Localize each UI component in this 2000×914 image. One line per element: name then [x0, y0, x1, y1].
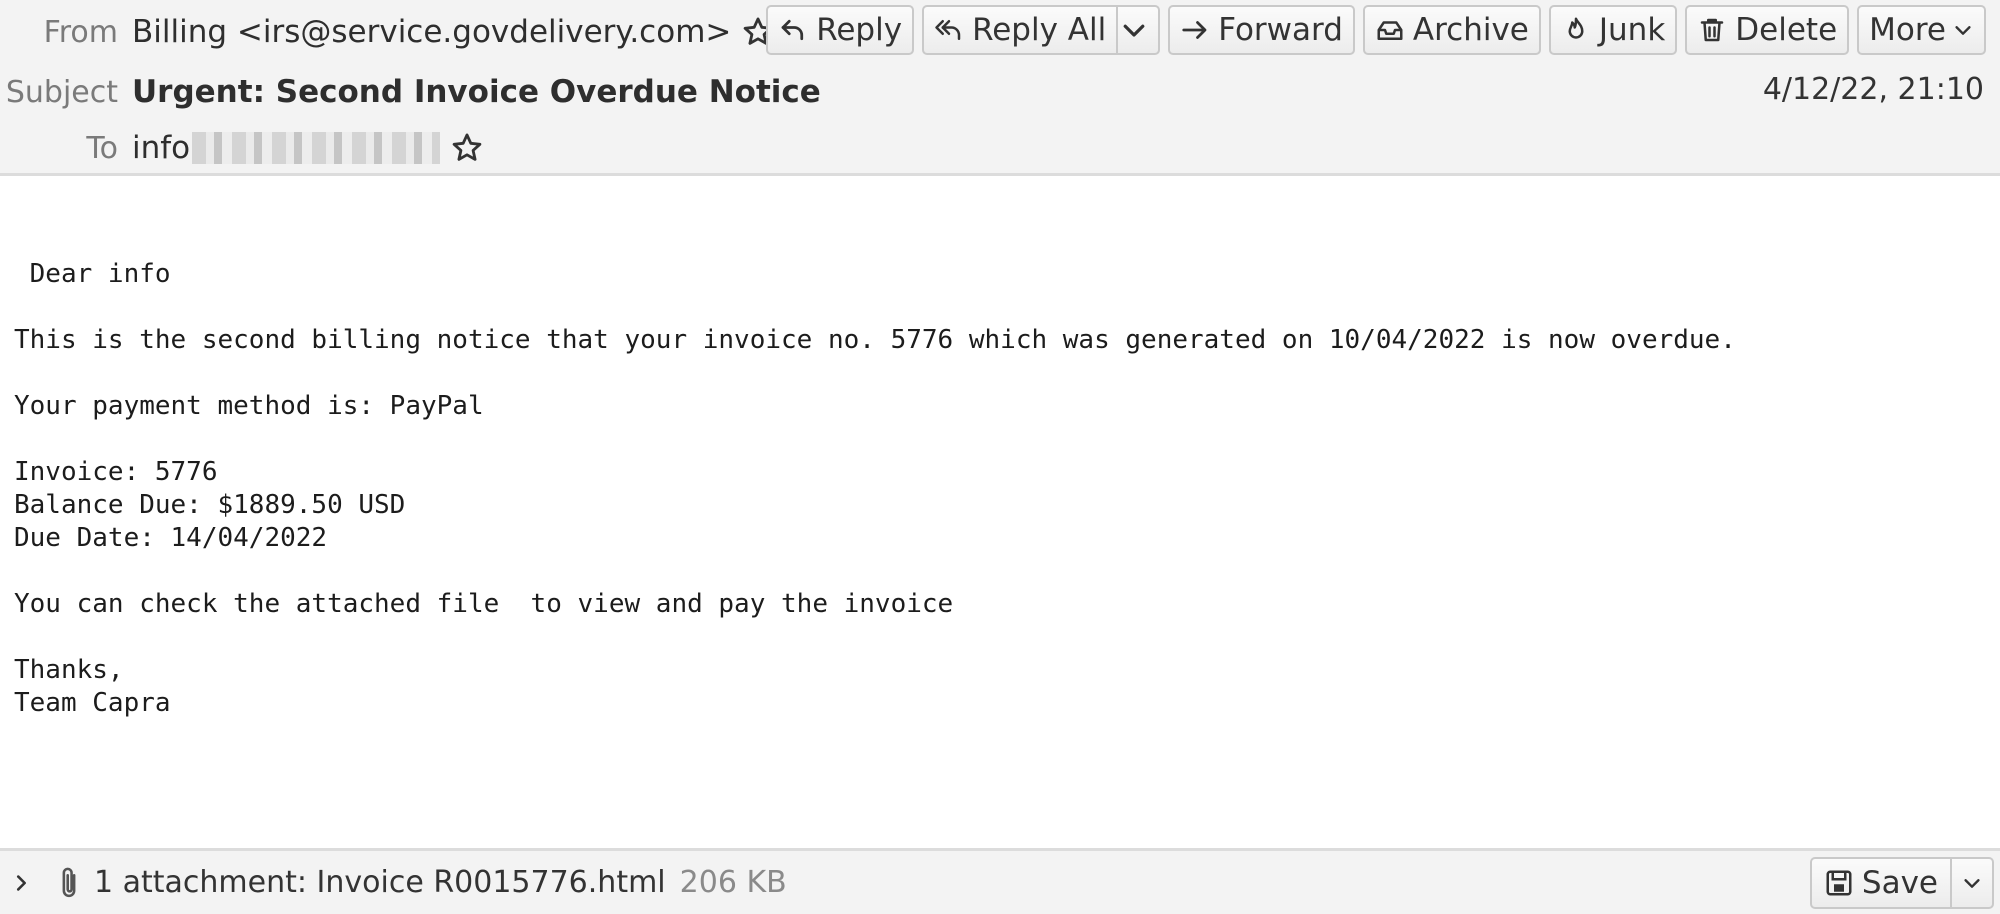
- to-row: To info: [0, 120, 484, 176]
- chevron-right-icon[interactable]: [10, 872, 32, 894]
- reply-label: Reply: [816, 12, 903, 48]
- to-label: To: [86, 130, 118, 166]
- from-address[interactable]: Billing <irs@service.govdelivery.com>: [132, 14, 731, 50]
- save-dropdown[interactable]: [1950, 859, 1992, 907]
- reply-button[interactable]: Reply: [766, 5, 915, 55]
- redacted-address: [192, 132, 441, 164]
- attachment-label[interactable]: 1 attachment: Invoice R0015776.html: [94, 865, 666, 900]
- reply-icon: [781, 19, 804, 41]
- from-row: From Billing <irs@service.govdelivery.co…: [0, 4, 775, 60]
- subject-row: Subject Urgent: Second Invoice Overdue N…: [0, 64, 821, 120]
- message-body: Dear info This is the second billing not…: [14, 259, 1736, 718]
- trash-icon: [1701, 18, 1724, 42]
- paperclip-icon: [62, 867, 76, 897]
- chevron-down-icon: [1123, 24, 1145, 37]
- archive-icon: [1377, 21, 1403, 40]
- forward-button[interactable]: Forward: [1168, 5, 1355, 55]
- delete-button[interactable]: Delete: [1685, 5, 1850, 55]
- archive-button[interactable]: Archive: [1362, 5, 1541, 55]
- chevron-down-icon: [1964, 879, 1980, 888]
- junk-label: Junk: [1598, 12, 1666, 48]
- junk-button[interactable]: Junk: [1548, 5, 1678, 55]
- message-header: From Billing <irs@service.govdelivery.co…: [0, 0, 2000, 176]
- more-label: More: [1869, 12, 1946, 48]
- more-button[interactable]: More: [1857, 5, 1986, 55]
- subject-label: Subject: [5, 74, 118, 110]
- attachment-size: 206 KB: [679, 865, 787, 900]
- from-label: From: [43, 14, 118, 50]
- archive-label: Archive: [1412, 12, 1529, 48]
- save-main[interactable]: Save: [1812, 859, 1950, 907]
- to-address[interactable]: info: [132, 130, 190, 166]
- reply-all-dropdown[interactable]: [1116, 7, 1158, 53]
- save-button[interactable]: Save: [1809, 857, 1994, 909]
- flame-icon: [1568, 17, 1584, 39]
- delete-label: Delete: [1735, 12, 1838, 48]
- forward-label: Forward: [1218, 12, 1343, 48]
- reply-all-button[interactable]: Reply All: [922, 5, 1161, 55]
- reply-all-label: Reply All: [972, 12, 1107, 48]
- reply-all-icon: [935, 20, 961, 40]
- subject-value: Urgent: Second Invoice Overdue Notice: [132, 74, 821, 110]
- star-icon[interactable]: [450, 131, 484, 165]
- chevron-down-icon: [1955, 26, 1971, 35]
- save-label: Save: [1861, 865, 1938, 901]
- reply-all-main[interactable]: Reply All: [924, 7, 1116, 53]
- message-date: 4/12/22, 21:10: [1762, 72, 1984, 107]
- forward-icon: [1182, 21, 1207, 39]
- attachment-bar: 1 attachment: Invoice R0015776.html 206 …: [0, 848, 2000, 914]
- save-icon: [1826, 870, 1852, 896]
- message-toolbar: Reply Reply All Forward Archive Junk Del…: [766, 5, 1986, 55]
